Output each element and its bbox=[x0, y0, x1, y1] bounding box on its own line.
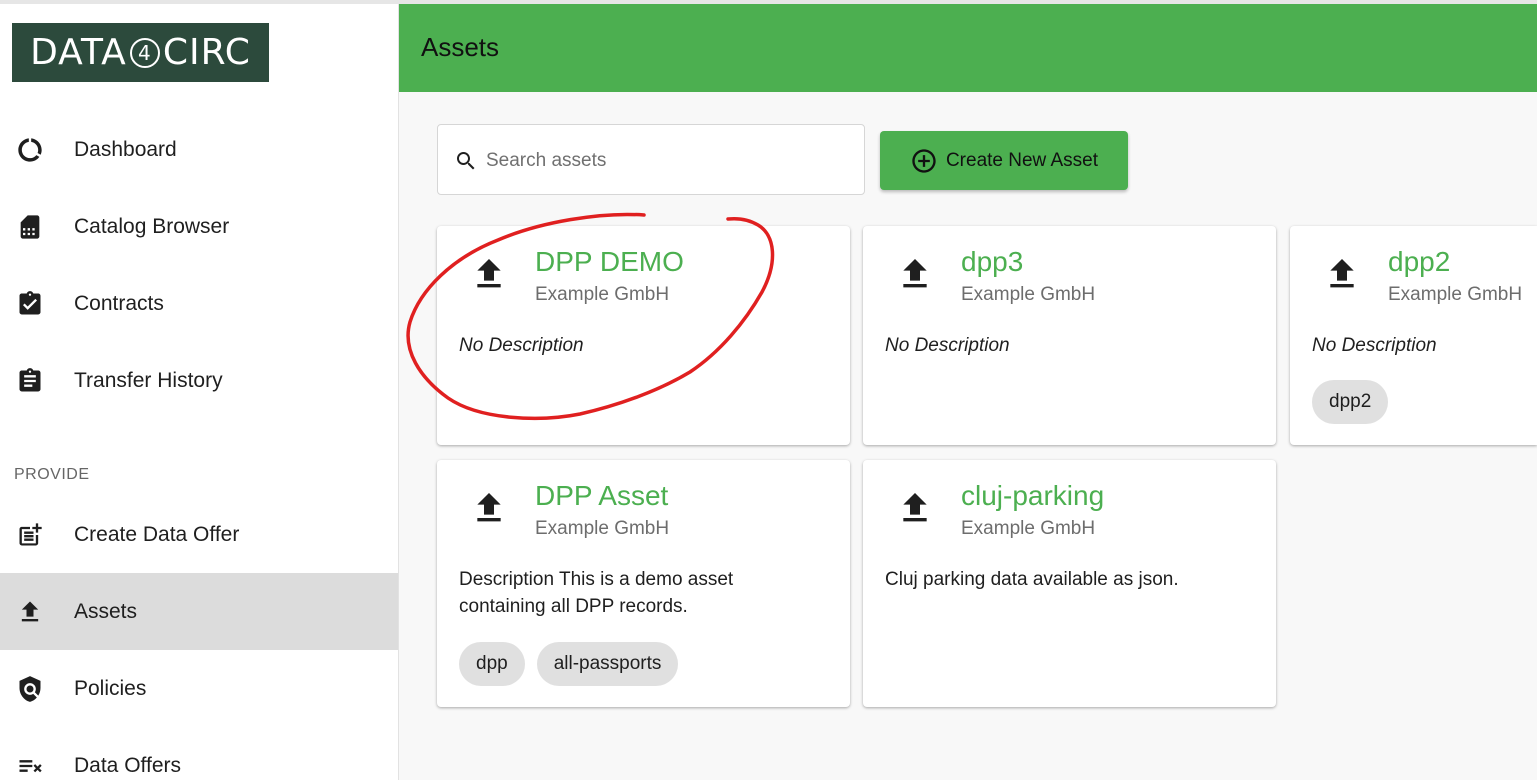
upload-icon bbox=[895, 488, 935, 533]
logo-digit: 4 bbox=[137, 40, 152, 65]
asset-org: Example GmbH bbox=[1388, 284, 1523, 305]
search-icon bbox=[454, 149, 478, 178]
upload-icon bbox=[16, 598, 44, 626]
asset-org: Example GmbH bbox=[961, 284, 1096, 305]
asset-title[interactable]: dpp2 bbox=[1388, 246, 1450, 278]
search-box[interactable] bbox=[437, 124, 865, 195]
create-new-asset-button[interactable]: Create New Asset bbox=[880, 131, 1128, 190]
sidebar-item-dashboard[interactable]: Dashboard bbox=[0, 111, 398, 188]
sidebar-item-create-data-offer[interactable]: Create Data Offer bbox=[0, 496, 398, 573]
contracts-icon bbox=[16, 290, 44, 318]
page-title: Assets bbox=[421, 32, 500, 62]
sidebar-item-label: Create Data Offer bbox=[74, 522, 240, 546]
asset-description: Cluj parking data available as json. bbox=[885, 569, 1179, 590]
sidebar-item-data-offers[interactable]: Data Offers bbox=[0, 727, 398, 780]
section-label-provide: PROVIDE bbox=[14, 466, 90, 483]
data-offers-icon bbox=[16, 752, 44, 780]
create-new-asset-label: Create New Asset bbox=[945, 149, 1099, 171]
sidebar-item-label: Transfer History bbox=[74, 368, 223, 392]
asset-title[interactable]: DPP Asset bbox=[535, 480, 668, 512]
sidebar-item-contracts[interactable]: Contracts bbox=[0, 265, 398, 342]
sidebar-item-label: Data Offers bbox=[74, 753, 181, 777]
asset-description: No Description bbox=[459, 335, 584, 356]
asset-title[interactable]: cluj-parking bbox=[961, 480, 1104, 512]
asset-title[interactable]: dpp3 bbox=[961, 246, 1023, 278]
page-header: Assets bbox=[399, 4, 1537, 92]
tag-chip[interactable]: dpp2 bbox=[1312, 380, 1389, 424]
tag-chip[interactable]: all-passports bbox=[536, 642, 679, 686]
asset-description: No Description bbox=[885, 335, 1010, 356]
logo-text-right: CIRC bbox=[162, 32, 251, 73]
asset-card[interactable]: cluj-parking Example GmbH Cluj parking d… bbox=[863, 460, 1276, 707]
data4circ-logo[interactable]: DATA 4 CIRC bbox=[12, 23, 269, 82]
transfer-history-icon bbox=[16, 367, 44, 395]
asset-org: Example GmbH bbox=[535, 284, 670, 305]
upload-icon bbox=[469, 254, 509, 299]
catalog-icon bbox=[16, 213, 44, 241]
sidebar-item-catalog-browser[interactable]: Catalog Browser bbox=[0, 188, 398, 265]
asset-card[interactable]: dpp3 Example GmbH No Description bbox=[863, 226, 1276, 445]
logo-circle-4: 4 bbox=[129, 37, 160, 68]
search-input[interactable] bbox=[484, 143, 848, 179]
tag-list: dpp all-passports bbox=[459, 642, 679, 686]
asset-description: Description This is a demo asset contain… bbox=[459, 569, 734, 617]
sidebar-item-label: Policies bbox=[74, 676, 147, 700]
add-circle-icon bbox=[910, 147, 938, 175]
create-offer-icon bbox=[16, 521, 44, 549]
dashboard-icon bbox=[16, 136, 44, 164]
asset-org: Example GmbH bbox=[535, 518, 670, 539]
asset-card[interactable]: dpp2 Example GmbH No Description dpp2 bbox=[1290, 226, 1537, 445]
upload-icon bbox=[469, 488, 509, 533]
sidebar-item-transfer-history[interactable]: Transfer History bbox=[0, 342, 398, 419]
asset-org: Example GmbH bbox=[961, 518, 1096, 539]
sidebar: DATA 4 CIRC Dashboard Catalog Browser Co… bbox=[0, 4, 399, 780]
asset-card[interactable]: DPP DEMO Example GmbH No Description bbox=[437, 226, 850, 445]
asset-title[interactable]: DPP DEMO bbox=[535, 246, 684, 278]
sidebar-item-label: Dashboard bbox=[74, 137, 177, 161]
sidebar-item-label: Assets bbox=[74, 599, 138, 623]
sidebar-item-assets[interactable]: Assets bbox=[0, 573, 398, 650]
upload-icon bbox=[895, 254, 935, 299]
tag-chip[interactable]: dpp bbox=[459, 642, 525, 686]
tag-list: dpp2 bbox=[1312, 380, 1389, 424]
asset-description: No Description bbox=[1312, 335, 1437, 356]
sidebar-item-label: Catalog Browser bbox=[74, 214, 230, 238]
logo-text-left: DATA bbox=[30, 32, 127, 73]
upload-icon bbox=[1322, 254, 1362, 299]
sidebar-item-policies[interactable]: Policies bbox=[0, 650, 398, 727]
asset-card[interactable]: DPP Asset Example GmbH Description This … bbox=[437, 460, 850, 707]
policy-shield-icon bbox=[16, 675, 44, 703]
sidebar-item-label: Contracts bbox=[74, 291, 164, 315]
